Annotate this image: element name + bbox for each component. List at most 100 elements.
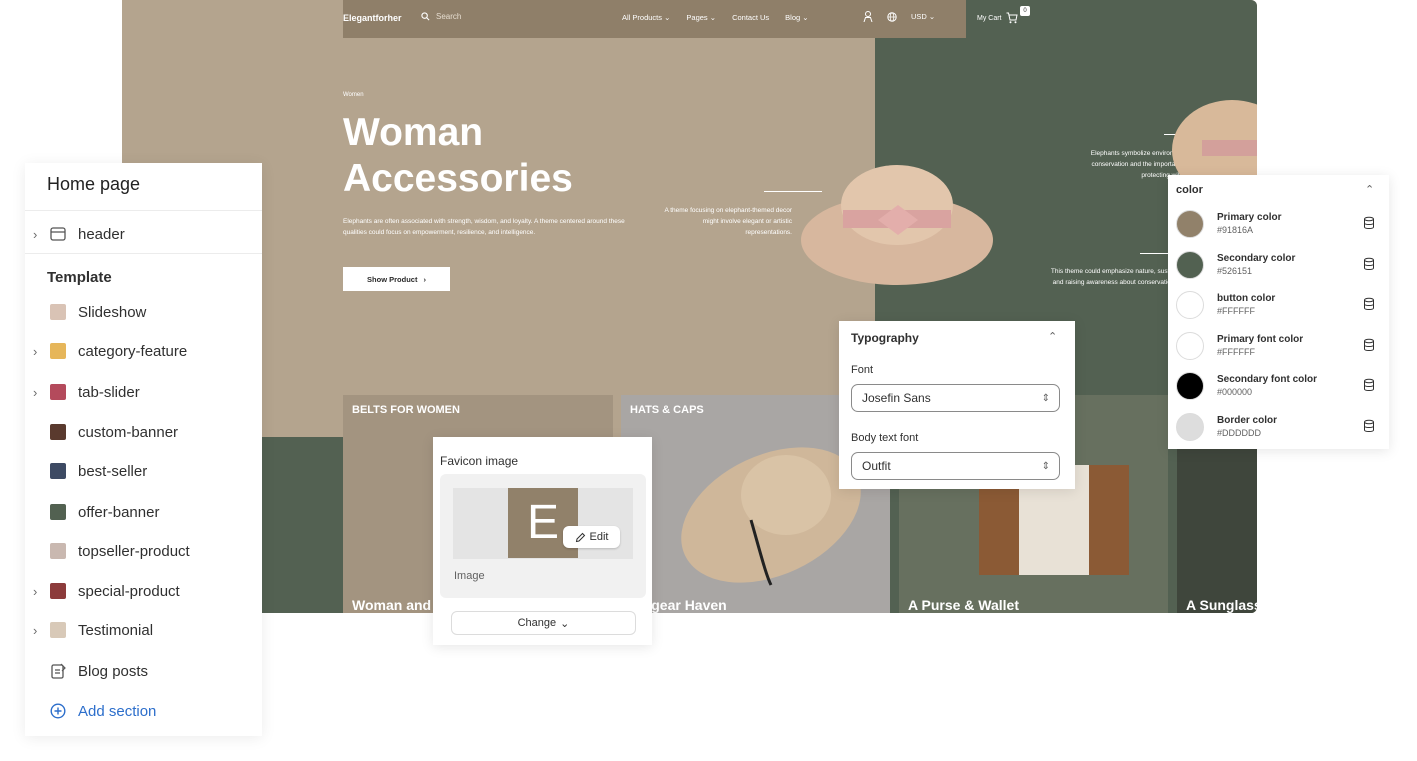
show-product-button[interactable]: Show Product › xyxy=(343,267,450,291)
edit-label: Edit xyxy=(589,531,609,543)
color-swatch[interactable] xyxy=(1176,372,1204,400)
database-icon[interactable] xyxy=(1362,419,1376,433)
store-logo[interactable]: Elegantforher xyxy=(343,13,402,23)
store-navbar: Elegantforher Search All Products ⌄ Page… xyxy=(343,0,966,38)
color-row-primary-font[interactable]: Primary font color #FFFFFF xyxy=(1176,332,1381,362)
sidebar-item-label: Blog posts xyxy=(78,662,149,680)
database-icon[interactable] xyxy=(1362,257,1376,271)
chevron-down-icon: ⌄ xyxy=(560,617,570,630)
sidebar-item-label: header xyxy=(78,225,125,243)
sidebar-item-best-seller[interactable]: best-seller xyxy=(25,456,262,486)
category-label: BELTS FOR WOMEN xyxy=(352,404,460,416)
store-preview: Elegantforher Search All Products ⌄ Page… xyxy=(122,0,1257,613)
color-row-secondary-font[interactable]: Secondary font color #000000 xyxy=(1176,372,1381,402)
divider xyxy=(25,253,262,254)
body-font-select[interactable]: Outfit ⇕ xyxy=(851,452,1060,480)
offer-banner-thumbnail xyxy=(50,504,66,520)
color-name: Secondary color xyxy=(1217,253,1296,264)
slideshow-thumbnail xyxy=(50,304,66,320)
show-product-label: Show Product xyxy=(367,274,418,284)
typography-panel: Typography ⌃ Font Josefin Sans ⇕ Body te… xyxy=(839,321,1075,489)
color-row-button[interactable]: button color #FFFFFF xyxy=(1176,291,1381,321)
database-icon[interactable] xyxy=(1362,338,1376,352)
color-panel: color ⌃ Primary color #91816A Secondary … xyxy=(1168,175,1389,449)
hero-eyebrow: Women xyxy=(343,92,364,98)
color-swatch[interactable] xyxy=(1176,332,1204,360)
color-swatch[interactable] xyxy=(1176,413,1204,441)
tab-slider-thumbnail xyxy=(50,384,66,400)
color-name: Primary font color xyxy=(1217,334,1304,345)
color-name: Border color xyxy=(1217,415,1278,426)
change-label: Change xyxy=(517,617,557,629)
sidebar-item-blog-posts[interactable]: Blog posts xyxy=(25,656,262,686)
store-search[interactable]: Search xyxy=(421,12,461,21)
chevron-up-icon[interactable]: ⌃ xyxy=(1048,330,1057,343)
color-row-border[interactable]: Border color #DDDDDD xyxy=(1176,413,1381,443)
favicon-preview: E xyxy=(453,488,633,559)
category-title: A Sunglasses xyxy=(1186,597,1257,613)
search-icon xyxy=(421,12,430,21)
add-section-label: Add section xyxy=(78,702,157,720)
favicon-title: Favicon image xyxy=(440,454,519,468)
user-icon[interactable] xyxy=(863,11,873,22)
chevron-right-icon[interactable]: › xyxy=(33,623,43,638)
topseller-product-thumbnail xyxy=(50,543,66,559)
category-label: HATS & CAPS xyxy=(630,404,704,416)
color-row-primary[interactable]: Primary color #91816A xyxy=(1176,210,1381,240)
chevron-right-icon[interactable]: › xyxy=(33,227,43,242)
hero-title: Woman Accessories xyxy=(343,111,573,200)
menu-all-products[interactable]: All Products ⌄ xyxy=(622,13,670,22)
sidebar-item-slideshow[interactable]: Slideshow xyxy=(25,297,262,327)
category-title: A Purse & Wallet xyxy=(908,597,1019,613)
testimonial-thumbnail xyxy=(50,622,66,638)
chevron-right-icon[interactable]: › xyxy=(33,584,43,599)
color-row-secondary[interactable]: Secondary color #526151 xyxy=(1176,251,1381,281)
category-feature-thumbnail xyxy=(50,343,66,359)
database-icon[interactable] xyxy=(1362,378,1376,392)
font-select[interactable]: Josefin Sans ⇕ xyxy=(851,384,1060,412)
sections-sidebar: Home page › header Template Slideshow › … xyxy=(25,163,262,736)
cart-button[interactable]: My Cart 0 xyxy=(977,6,1030,24)
sidebar-item-custom-banner[interactable]: custom-banner xyxy=(25,417,262,447)
chevron-right-icon[interactable]: › xyxy=(33,385,43,400)
sidebar-item-topseller-product[interactable]: topseller-product xyxy=(25,536,262,566)
color-swatch[interactable] xyxy=(1176,210,1204,238)
database-icon[interactable] xyxy=(1362,297,1376,311)
store-nav-icons: USD ⌄ xyxy=(863,11,935,22)
sidebar-item-special-product[interactable]: › special-product xyxy=(25,576,262,606)
add-section-button[interactable]: Add section xyxy=(25,696,262,726)
chevron-right-icon[interactable]: › xyxy=(33,344,43,359)
page-title: Home page xyxy=(47,174,141,194)
menu-contact-us[interactable]: Contact Us xyxy=(732,13,769,22)
sidebar-item-label: special-product xyxy=(78,582,180,600)
color-swatch[interactable] xyxy=(1176,251,1204,279)
change-image-button[interactable]: Change ⌄ xyxy=(451,611,636,635)
sidebar-item-offer-banner[interactable]: offer-banner xyxy=(25,497,262,527)
edit-image-button[interactable]: Edit xyxy=(563,526,620,548)
sidebar-item-tab-slider[interactable]: › tab-slider xyxy=(25,377,262,407)
color-swatch[interactable] xyxy=(1176,291,1204,319)
store-search-placeholder: Search xyxy=(436,12,462,21)
sidebar-item-label: custom-banner xyxy=(78,423,179,441)
globe-icon[interactable] xyxy=(887,11,897,22)
sidebar-item-testimonial[interactable]: › Testimonial xyxy=(25,615,262,645)
color-name: Primary color xyxy=(1217,212,1282,223)
font-label: Font xyxy=(851,364,874,376)
chevron-up-icon[interactable]: ⌃ xyxy=(1365,183,1374,196)
font-select-value: Josefin Sans xyxy=(862,391,931,405)
sidebar-item-category-feature[interactable]: › category-feature xyxy=(25,336,262,366)
menu-pages[interactable]: Pages ⌄ xyxy=(686,13,716,22)
header-layout-icon xyxy=(50,227,66,241)
database-icon[interactable] xyxy=(1362,216,1376,230)
sidebar-item-label: tab-slider xyxy=(78,383,140,401)
currency-selector[interactable]: USD ⌄ xyxy=(911,12,935,21)
sidebar-item-label: best-seller xyxy=(78,462,148,480)
hero-quote: A theme focusing on elephant-themed deco… xyxy=(664,207,792,236)
blog-posts-icon xyxy=(51,663,66,679)
sidebar-item-label: category-feature xyxy=(78,342,188,360)
sidebar-item-header[interactable]: › header xyxy=(25,219,262,249)
select-arrows-icon: ⇕ xyxy=(1041,460,1050,472)
sidebar-item-label: topseller-product xyxy=(78,542,190,560)
menu-blog[interactable]: Blog ⌄ xyxy=(785,13,808,22)
template-heading: Template xyxy=(47,269,112,286)
